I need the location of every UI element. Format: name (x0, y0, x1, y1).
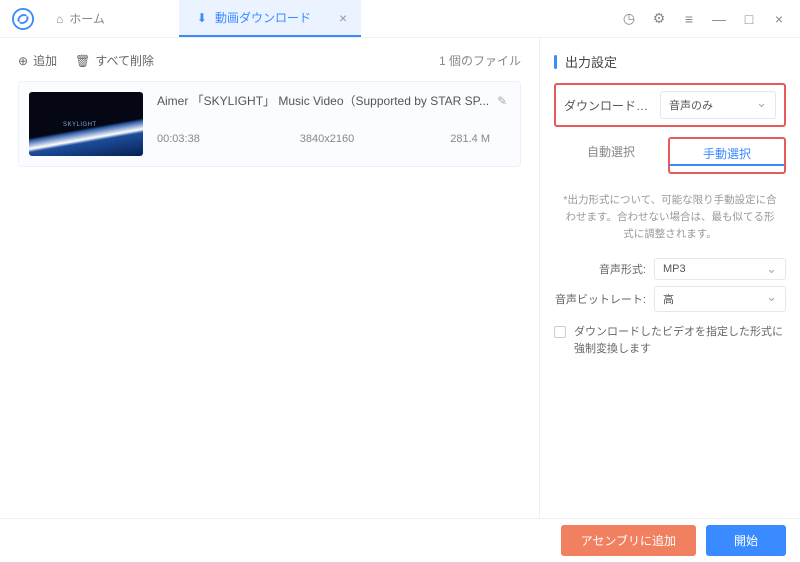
audio-format-row: 音声形式: MP3 (554, 258, 786, 280)
history-icon[interactable]: ◷ (620, 10, 638, 28)
tab-auto-select[interactable]: 自動選択 (554, 137, 668, 174)
window-controls: ◷ ⚙ ≡ — □ × (620, 10, 800, 28)
app-logo (12, 8, 34, 30)
audio-format-label: 音声形式: (554, 261, 654, 277)
audio-format-value: MP3 (663, 263, 686, 275)
download-setting-select[interactable]: 音声のみ (660, 91, 776, 119)
tab-auto-label: 自動選択 (587, 145, 635, 159)
titlebar: ⌂ ホーム ⬇ 動画ダウンロード × ◷ ⚙ ≡ — □ × (0, 0, 800, 38)
item-resolution: 3840x2160 (257, 133, 397, 145)
audio-format-select[interactable]: MP3 (654, 258, 786, 280)
download-item[interactable]: Aimer 「SKYLIGHT」 Music Video（Supported b… (18, 81, 521, 167)
audio-bitrate-label: 音声ビットレート: (554, 291, 654, 307)
tab-underline (670, 164, 784, 166)
right-panel: 出力設定 ダウンロード設... 音声のみ 自動選択 手動選択 *出力形式について… (540, 38, 800, 518)
tab-close-icon[interactable]: × (339, 10, 347, 26)
tab-home[interactable]: ⌂ ホーム (42, 10, 119, 27)
left-panel: ⊕ 追加 🗑 すべて削除 1 個のファイル Aimer 「SKYLIGHT」 M… (0, 38, 540, 518)
menu-icon[interactable]: ≡ (680, 10, 698, 28)
start-button[interactable]: 開始 (706, 525, 786, 556)
home-icon: ⌂ (56, 12, 63, 26)
add-label: 追加 (33, 52, 57, 69)
output-section-title: 出力設定 (554, 52, 786, 71)
delete-all-button[interactable]: 🗑 すべて削除 (75, 52, 154, 69)
toolbar: ⊕ 追加 🗑 すべて削除 1 個のファイル (18, 52, 521, 69)
item-size: 281.4 M (397, 133, 510, 145)
plus-icon: ⊕ (18, 54, 28, 68)
item-meta: Aimer 「SKYLIGHT」 Music Video（Supported b… (143, 92, 510, 156)
download-setting-row: ダウンロード設... 音声のみ (554, 83, 786, 127)
download-icon: ⬇ (197, 11, 207, 25)
force-convert-checkbox[interactable] (554, 326, 566, 338)
tab-download-label: 動画ダウンロード (215, 9, 311, 26)
tab-home-label: ホーム (69, 10, 105, 27)
video-thumbnail (29, 92, 143, 156)
main-content: ⊕ 追加 🗑 すべて削除 1 個のファイル Aimer 「SKYLIGHT」 M… (0, 38, 800, 518)
selection-tabs: 自動選択 手動選択 (554, 137, 786, 174)
trash-icon: 🗑 (75, 54, 90, 68)
force-convert-label: ダウンロードしたビデオを指定した形式に強制変換します (574, 324, 786, 357)
audio-bitrate-row: 音声ビットレート: 高 (554, 286, 786, 312)
tab-manual-select[interactable]: 手動選択 (670, 139, 784, 172)
add-to-assembly-button[interactable]: アセンブリに追加 (561, 525, 696, 556)
maximize-icon[interactable]: □ (740, 10, 758, 28)
footer: アセンブリに追加 開始 (0, 518, 800, 562)
audio-bitrate-select[interactable]: 高 (654, 286, 786, 312)
force-convert-row[interactable]: ダウンロードしたビデオを指定した形式に強制変換します (554, 324, 786, 357)
file-count: 1 個のファイル (439, 52, 521, 69)
gear-icon[interactable]: ⚙ (650, 10, 668, 28)
audio-bitrate-value: 高 (663, 294, 674, 306)
download-setting-label: ダウンロード設... (564, 97, 654, 114)
tab-manual-highlight: 手動選択 (668, 137, 786, 174)
add-button[interactable]: ⊕ 追加 (18, 52, 57, 69)
minimize-icon[interactable]: — (710, 10, 728, 28)
tab-download[interactable]: ⬇ 動画ダウンロード × (179, 0, 361, 37)
item-title: Aimer 「SKYLIGHT」 Music Video（Supported b… (157, 92, 489, 109)
close-icon[interactable]: × (770, 10, 788, 28)
edit-icon[interactable]: ✎ (497, 94, 507, 108)
download-setting-value: 音声のみ (669, 100, 713, 112)
delete-all-label: すべて削除 (95, 52, 154, 69)
format-note: *出力形式について、可能な限り手動設定に合わせます。合わせない場合は、最も似てる… (554, 178, 786, 252)
tab-manual-label: 手動選択 (703, 147, 751, 161)
item-duration: 00:03:38 (157, 133, 257, 145)
